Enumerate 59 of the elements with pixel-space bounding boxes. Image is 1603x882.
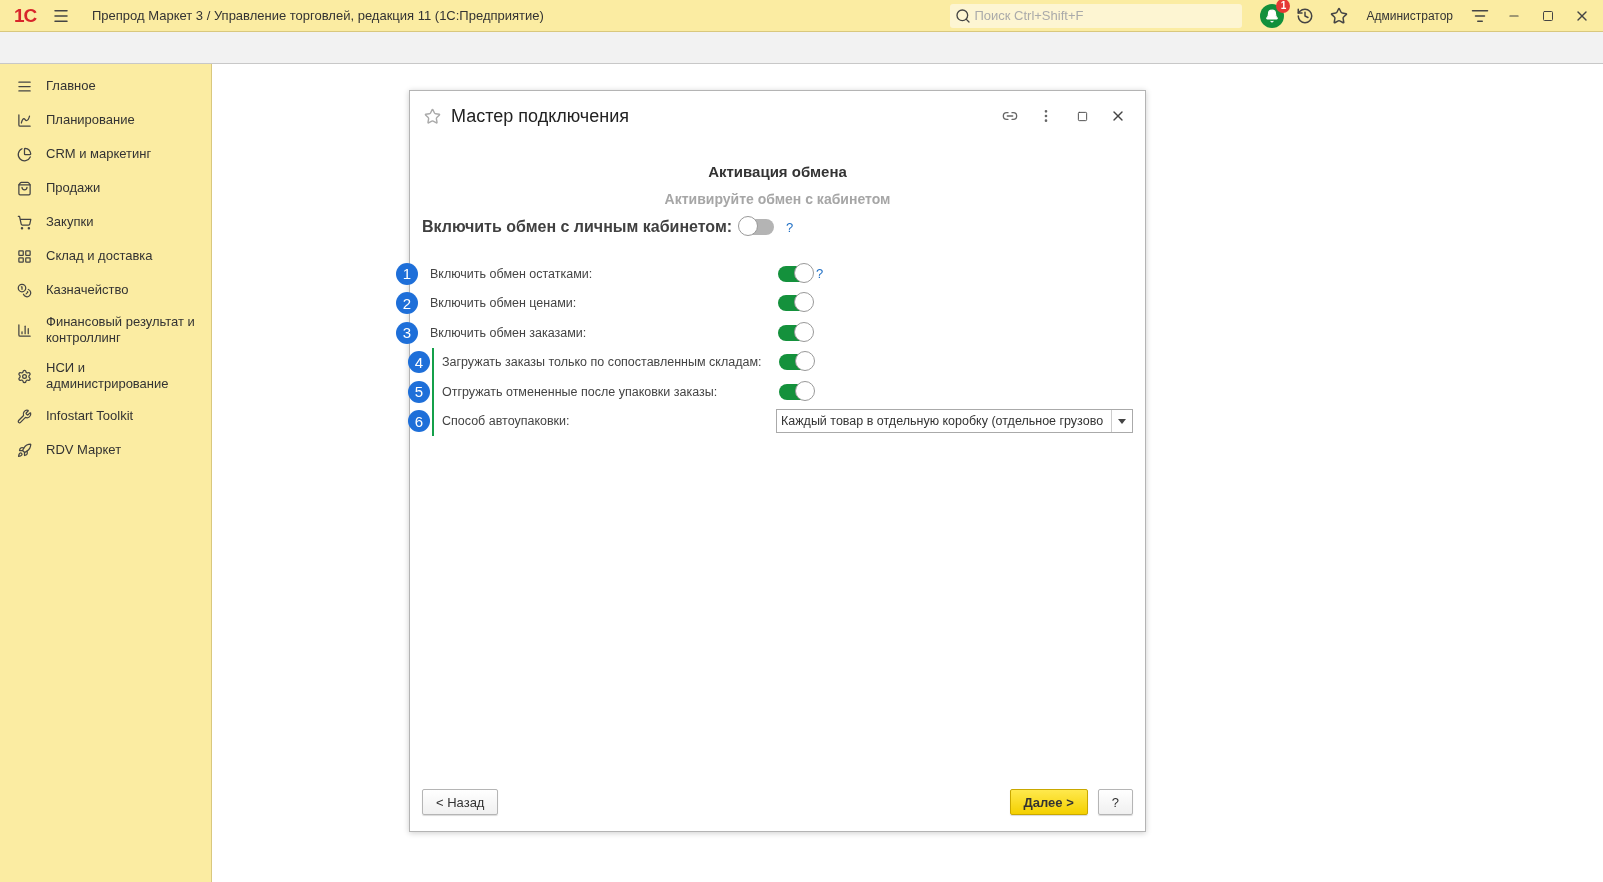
bar-chart-icon <box>17 322 32 338</box>
settings-icon <box>17 368 32 384</box>
sidebar-item[interactable]: RDV Маркет <box>0 433 211 467</box>
number-badge: 3 <box>396 321 418 344</box>
sidebar-item[interactable]: Главное <box>0 69 211 103</box>
bag-icon <box>17 180 32 196</box>
sidebar-item[interactable]: НСИ и администрирование <box>0 353 211 399</box>
app-title: Препрод Маркет 3 / Управление торговлей, редакция 11 (1С:Предприятие) <box>92 8 544 23</box>
notifications-button[interactable] <box>1260 3 1285 28</box>
toggle-switch[interactable] <box>778 295 812 312</box>
sidebar-item[interactable]: Планирование <box>0 103 211 137</box>
help-link[interactable]: ? <box>786 219 794 235</box>
option-label: Включить обмен ценами: <box>430 296 578 311</box>
grid-icon <box>17 248 32 264</box>
sidebar-item[interactable]: Продажи <box>0 171 211 205</box>
number-badge: 2 <box>396 292 418 315</box>
section-subheading: Активируйте обмен с кабинетом <box>663 191 892 207</box>
number-badge: 5 <box>408 380 430 403</box>
sidebar-item[interactable]: Финансовый результат и контроллинг <box>0 307 211 353</box>
dialog-title: Мастер подключения <box>451 105 629 127</box>
toggle-switch[interactable] <box>779 383 813 400</box>
sidebar-item[interactable]: Казначейство <box>0 273 211 307</box>
rocket-icon <box>17 442 32 458</box>
option-label: Включить обмен остатками: <box>430 266 594 281</box>
toggle-switch[interactable] <box>779 354 813 371</box>
option-label: Загружать заказы только по сопоставленным складам: <box>442 355 763 370</box>
dropdown-field[interactable]: Каждый товар в отдельную коробку (отдельное грузово <box>776 409 1133 434</box>
search-icon <box>955 7 972 24</box>
sidebar-item[interactable]: Infostart Toolkit <box>0 399 211 433</box>
number-badge: 1 <box>396 262 418 285</box>
number-badge: 4 <box>408 351 430 374</box>
sidebar-item[interactable]: Склад и доставка <box>0 239 211 273</box>
toggle-switch[interactable] <box>778 265 812 282</box>
user-name[interactable]: Администратор <box>1366 8 1453 23</box>
dialog-button[interactable]: < Назад <box>422 789 499 815</box>
option-label: Включить обмен заказами: <box>430 325 588 340</box>
search-field[interactable]: Поиск Ctrl+Shift+F <box>950 3 1243 28</box>
cart-icon <box>17 214 32 230</box>
dialog-button[interactable]: Далее > <box>1009 789 1088 815</box>
dialog-button[interactable]: ? <box>1097 789 1133 815</box>
sidebar-item[interactable]: CRM и маркетинг <box>0 137 211 171</box>
pie-chart-icon <box>17 146 32 162</box>
number-badge: 6 <box>408 410 430 433</box>
toggle-switch[interactable] <box>778 324 812 341</box>
notification-count: 1 <box>1276 0 1291 13</box>
wrench-icon <box>17 408 32 424</box>
toggle-switch[interactable] <box>740 219 775 235</box>
logo: 1С <box>14 4 38 27</box>
sidebar-item[interactable]: Закупки <box>0 205 211 239</box>
section-heading: Активация обмена <box>707 163 848 180</box>
bell-icon <box>1265 8 1280 23</box>
coins-icon <box>17 282 32 298</box>
switch-label: Включить обмен с личным кабинетом: <box>422 218 733 236</box>
list-icon <box>17 78 32 94</box>
option-label: Отгружать отмененные после упаковки заказы: <box>442 384 719 399</box>
help-link[interactable]: ? <box>816 266 824 282</box>
chart-icon <box>17 112 32 128</box>
star-icon[interactable] <box>424 107 441 125</box>
option-label: Способ автоупаковки: <box>442 414 571 429</box>
